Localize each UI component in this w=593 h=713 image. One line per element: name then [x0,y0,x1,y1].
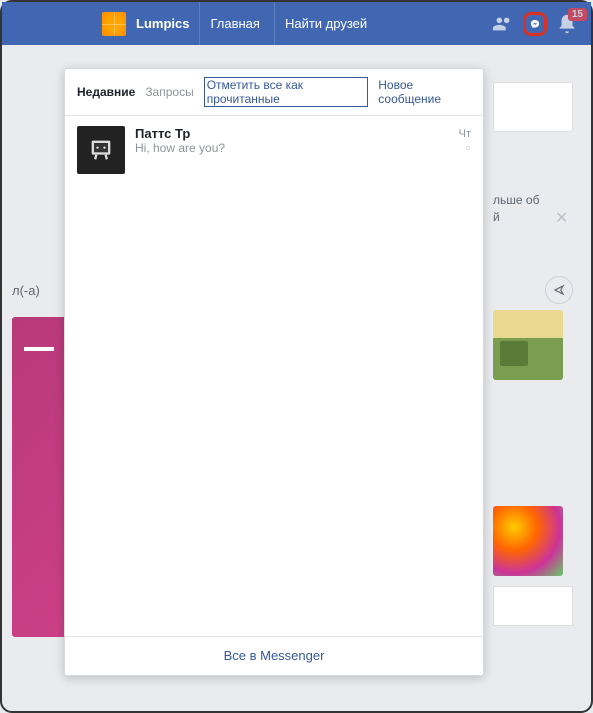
unread-dot-icon: ○ [465,143,471,154]
message-time: Чт [459,128,471,140]
profile-name[interactable]: Lumpics [136,16,189,31]
messenger-dropdown: Недавние Запросы Отметить все как прочит… [64,68,484,676]
message-preview: Hi, how are you? [135,141,225,155]
share-button[interactable] [545,276,573,304]
notifications-icon[interactable]: 15 [555,12,579,36]
tab-requests[interactable]: Запросы [145,85,193,99]
dropdown-header: Недавние Запросы Отметить все как прочит… [65,69,483,116]
side-widget [493,82,573,132]
message-list: Паттс Тр Чт Hi, how are you? ○ [65,116,483,636]
notification-badge: 15 [568,8,587,21]
truncated-text: льше об й [493,192,573,226]
messenger-icon[interactable] [523,12,547,36]
tab-recent[interactable]: Недавние [77,85,135,99]
new-message-link[interactable]: Новое сообщение [378,78,471,106]
nav-home[interactable]: Главная [199,2,269,45]
dropdown-footer: Все в Messenger [65,636,483,675]
message-sender: Паттс Тр [135,126,190,141]
message-item[interactable]: Паттс Тр Чт Hi, how are you? ○ [65,116,483,184]
game-thumbnail[interactable] [493,506,563,576]
mark-all-read-link[interactable]: Отметить все как прочитанные [204,77,369,107]
friend-requests-icon[interactable] [491,12,515,36]
see-all-messenger-link[interactable]: Все в Messenger [224,648,325,663]
avatar [77,126,125,174]
game-thumbnail[interactable] [493,310,563,380]
truncated-text: л(-а) [12,283,40,298]
top-navbar: Lumpics Главная Найти друзей 15 [2,2,591,45]
brand-logo[interactable] [102,12,126,36]
nav-find-friends[interactable]: Найти друзей [274,2,377,45]
